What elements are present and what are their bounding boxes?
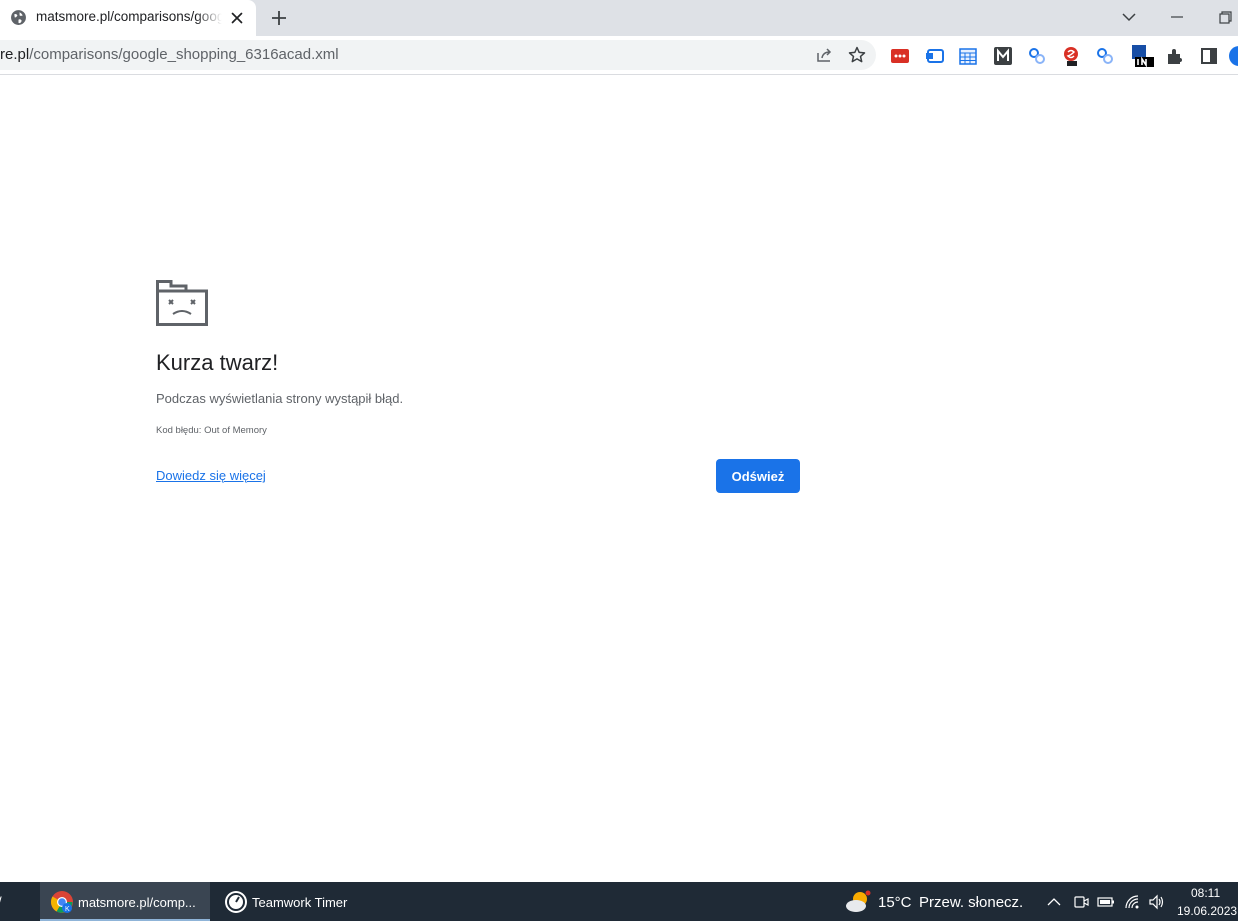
error-code-label: Kod błędu: bbox=[156, 425, 202, 436]
extensions-puzzle-icon[interactable] bbox=[1165, 46, 1185, 66]
taskbar: / K matsmore.pl/comp... Teamwork Timer 1… bbox=[0, 882, 1238, 921]
ext-link-icon[interactable] bbox=[1027, 46, 1047, 66]
chrome-icon: K bbox=[51, 891, 73, 913]
error-description: Podczas wyświetlania strony wystąpił błą… bbox=[156, 391, 404, 406]
taskbar-app-label: matsmore.pl/comp... bbox=[78, 895, 196, 910]
reload-button[interactable]: Odśwież bbox=[716, 459, 800, 493]
error-title: Kurza twarz! bbox=[156, 350, 279, 375]
chevron-down-icon[interactable] bbox=[1118, 6, 1140, 28]
ext-red-dots-icon[interactable] bbox=[890, 46, 910, 66]
taskbar-edge-glyph: / bbox=[0, 894, 2, 909]
ext-m-icon[interactable] bbox=[993, 46, 1013, 66]
meet-now-icon[interactable] bbox=[1072, 893, 1090, 911]
wifi-icon[interactable] bbox=[1123, 893, 1141, 911]
ext-link2-icon[interactable] bbox=[1095, 46, 1115, 66]
side-panel-icon[interactable] bbox=[1199, 46, 1219, 66]
learn-more-link[interactable]: Dowiedz się więcej bbox=[156, 468, 266, 483]
error-code-value: Out of Memory bbox=[204, 425, 267, 436]
taskbar-app-chrome[interactable]: K matsmore.pl/comp... bbox=[40, 882, 210, 921]
battery-icon[interactable] bbox=[1097, 893, 1115, 911]
browser-toolbar: re.pl/comparisons/google_shopping_6316ac… bbox=[0, 36, 1238, 75]
globe-icon bbox=[11, 10, 26, 25]
clock-time[interactable]: 08:11 bbox=[1191, 886, 1220, 900]
tab-strip: matsmore.pl/comparisons/google_shopping_… bbox=[0, 0, 1238, 36]
address-bar[interactable]: re.pl/comparisons/google_shopping_6316ac… bbox=[0, 40, 876, 70]
chevron-up-icon[interactable] bbox=[1045, 893, 1063, 911]
url-text[interactable]: re.pl/comparisons/google_shopping_6316ac… bbox=[0, 46, 339, 63]
ext-blue-card-icon[interactable] bbox=[925, 46, 945, 66]
error-page: Kurza twarz! Podczas wyświetlania strony… bbox=[0, 76, 1238, 882]
url-path: /comparisons/google_shopping_6316acad.xm… bbox=[29, 46, 339, 63]
ext-on-badge-icon[interactable] bbox=[1131, 44, 1155, 68]
error-code: Kod błędu: Out of Memory bbox=[156, 425, 267, 436]
url-host: re.pl bbox=[0, 46, 30, 63]
close-tab-icon[interactable] bbox=[228, 9, 246, 27]
minimize-icon[interactable] bbox=[1166, 6, 1188, 28]
taskbar-app-timer[interactable]: Teamwork Timer bbox=[214, 882, 360, 921]
profile-avatar-icon[interactable] bbox=[1229, 46, 1238, 66]
bookmark-star-icon[interactable] bbox=[846, 44, 868, 66]
browser-tab[interactable]: matsmore.pl/comparisons/google_shopping_… bbox=[0, 0, 256, 36]
ext-seo-icon[interactable] bbox=[1061, 46, 1081, 66]
weather-sun-cloud-icon[interactable] bbox=[845, 890, 873, 914]
taskbar-app-label: Teamwork Timer bbox=[252, 895, 348, 910]
ext-calendar-icon[interactable] bbox=[958, 46, 978, 66]
svg-text:K: K bbox=[65, 906, 70, 913]
volume-icon[interactable] bbox=[1148, 893, 1166, 911]
new-tab-icon[interactable] bbox=[268, 7, 290, 29]
clock-date[interactable]: 19.06.2023 bbox=[1177, 904, 1237, 918]
sad-folder-icon bbox=[156, 280, 208, 326]
tab-title: matsmore.pl/comparisons/google_shopping_… bbox=[36, 9, 222, 24]
timer-icon bbox=[225, 891, 247, 913]
weather-temperature[interactable]: 15°C bbox=[878, 894, 912, 911]
weather-description[interactable]: Przew. słonecz. bbox=[919, 894, 1023, 911]
restore-window-icon[interactable] bbox=[1214, 6, 1236, 28]
share-icon[interactable] bbox=[814, 44, 836, 66]
